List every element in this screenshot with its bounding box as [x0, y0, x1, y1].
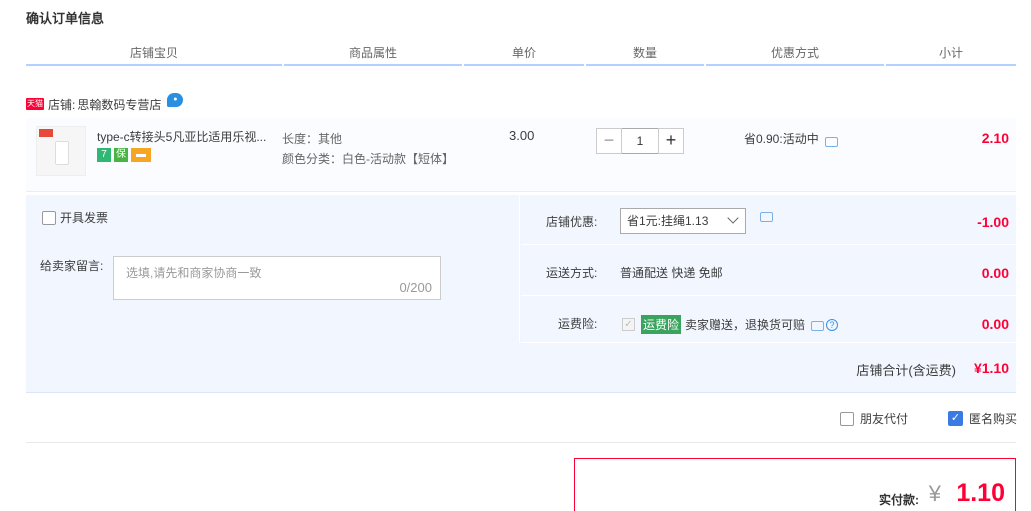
help-icon[interactable]: ?	[826, 318, 839, 331]
item-attr-length: 长度：其他	[282, 132, 343, 146]
friend-pay-label: 朋友代付	[860, 412, 909, 426]
order-options-panel: 开具发票 给卖家留言: 选填,请先和商家协商一致 0/200 店铺优惠: 省1元…	[26, 195, 1016, 393]
anonymous-checkbox[interactable]: ✓	[948, 411, 963, 426]
shipping-label: 运送方式:	[546, 266, 598, 280]
item-thumbnail[interactable]	[36, 126, 86, 176]
chevron-down-icon	[727, 212, 739, 224]
invoice-option[interactable]: 开具发票	[42, 209, 108, 226]
shop-discount-row: 店铺优惠: 省1元:挂绳1.13 -1.00	[521, 195, 1016, 245]
invoice-checkbox[interactable]	[42, 210, 56, 225]
currency-symbol: ¥	[928, 481, 941, 506]
item-service-badges: 7 保 ▬	[97, 148, 151, 162]
shop-total-label: 店铺合计(含运费)	[856, 363, 956, 378]
header-attributes: 商品属性	[284, 44, 462, 64]
header-unit-price: 单价	[464, 44, 584, 64]
header-shop-item: 店铺宝贝	[26, 44, 282, 64]
adapter-image	[55, 141, 69, 165]
anonymous-label: 匿名购买	[969, 412, 1018, 426]
shop-discount-value: 省1元:挂绳1.13	[627, 214, 709, 228]
order-table-header: 店铺宝贝 商品属性 单价 数量 优惠方式 小计	[26, 44, 1016, 66]
item-unit-price: 3.00	[509, 128, 535, 143]
item-title-link[interactable]: type-c转接头5凡亚比适用乐视...	[97, 128, 277, 145]
shop-total-row: 店铺合计(含运费) ¥1.10	[26, 345, 1016, 393]
shop-row: 天猫 店铺: 思翰数码专营店 ●	[26, 93, 184, 114]
friend-pay-option[interactable]: 朋友代付	[840, 410, 908, 427]
comment-icon[interactable]	[811, 320, 825, 331]
shop-label: 店铺:	[48, 97, 76, 112]
memo-char-count: 0/200	[399, 280, 432, 295]
memo-label: 给卖家留言:	[40, 259, 104, 273]
insurance-checkbox: ✓	[622, 318, 635, 331]
header-subtotal: 小计	[886, 44, 1016, 64]
qty-input[interactable]: 1	[622, 128, 658, 154]
final-payment-amount: 1.10	[956, 479, 1005, 507]
quantity-stepper: − 1 +	[596, 128, 684, 154]
insurance-amount: 0.00	[981, 316, 1009, 332]
header-discount: 优惠方式	[706, 44, 884, 64]
tmall-icon: 天猫	[26, 98, 44, 110]
shipping-row: 运送方式: 普通配送 快递 免邮 0.00	[521, 246, 1016, 296]
shipping-value: 普通配送 快递 免邮	[620, 266, 723, 280]
thumb-tag	[39, 129, 53, 137]
qty-decrease-button[interactable]: −	[596, 128, 622, 154]
insurance-option: ✓ 运费险 卖家赠送，退换货可赔 ?	[622, 315, 839, 334]
item-discount-text: 省0.90:活动中	[744, 132, 819, 146]
insurance-row: 运费险: ✓ 运费险 卖家赠送，退换货可赔 ? 0.00	[521, 297, 1016, 343]
insurance-text: 卖家赠送，退换货可赔	[685, 318, 806, 332]
insurance-tag: 运费险	[641, 315, 682, 334]
options-left: 开具发票 给卖家留言: 选填,请先和商家协商一致 0/200	[26, 195, 520, 343]
shipping-amount: 0.00	[981, 265, 1009, 281]
header-quantity: 数量	[586, 44, 704, 64]
shop-discount-select[interactable]: 省1元:挂绳1.13	[620, 208, 746, 234]
anonymous-option[interactable]: ✓ 匿名购买	[948, 410, 1017, 427]
qty-increase-button[interactable]: +	[658, 128, 684, 154]
comment-icon[interactable]	[760, 212, 773, 222]
divider	[26, 442, 1016, 443]
guarantee-icon[interactable]: 保	[114, 148, 128, 162]
final-payment-label: 实付款:	[879, 493, 919, 507]
item-discount: 省0.90:活动中	[744, 130, 838, 147]
order-item-row: type-c转接头5凡亚比适用乐视... 7 保 ▬ 长度：其他 颜色分类：白色…	[26, 118, 1016, 192]
wangwang-chat-icon[interactable]: ●	[167, 93, 184, 107]
insurance-label: 运费险:	[558, 317, 598, 331]
memo-textarea[interactable]: 选填,请先和商家协商一致 0/200	[113, 256, 441, 300]
shop-discount-amount: -1.00	[977, 214, 1009, 230]
friend-pay-checkbox[interactable]	[840, 411, 854, 426]
shop-discount-label: 店铺优惠:	[546, 215, 598, 229]
final-payment-box: 实付款: ¥ 1.10	[574, 458, 1016, 511]
item-attr-color: 颜色分类：白色-活动款【短体】	[282, 152, 454, 166]
comment-icon[interactable]	[824, 136, 838, 147]
shop-name-link[interactable]: 思翰数码专营店	[77, 96, 161, 113]
memo-placeholder: 选填,请先和商家协商一致	[126, 266, 262, 280]
shop-total-amount: ¥1.10	[973, 360, 1009, 376]
invoice-label: 开具发票	[60, 211, 109, 225]
seven-day-return-icon[interactable]: 7	[97, 148, 111, 162]
page-title: 确认订单信息	[26, 11, 105, 26]
credit-card-icon[interactable]: ▬	[131, 148, 151, 162]
item-subtotal: 2.10	[981, 130, 1009, 146]
